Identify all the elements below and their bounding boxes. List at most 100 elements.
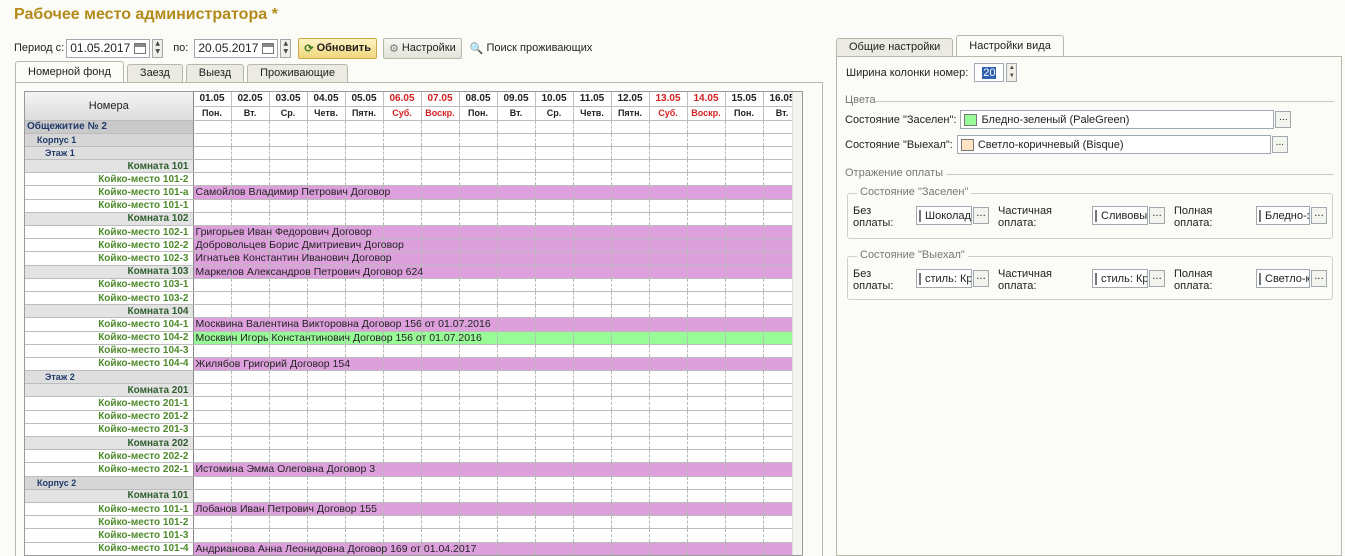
day-cell[interactable] (687, 172, 726, 187)
day-cell[interactable] (269, 199, 308, 213)
day-cell[interactable] (269, 383, 308, 398)
day-cell[interactable] (573, 251, 612, 266)
table-row[interactable]: Койко-место 101-1 (25, 199, 802, 213)
day-cell[interactable] (307, 528, 346, 543)
refresh-button[interactable]: ⟳ Обновить (298, 37, 377, 59)
day-cell[interactable] (345, 199, 384, 213)
day-cell[interactable] (611, 304, 650, 319)
left-tab-1[interactable]: Номерной фонд (15, 61, 124, 82)
day-cell[interactable] (231, 383, 270, 398)
day-cell[interactable] (535, 304, 574, 319)
day-cell[interactable] (231, 199, 270, 213)
day-cell[interactable] (193, 278, 232, 292)
day-cell[interactable] (611, 357, 650, 372)
day-cell[interactable] (611, 528, 650, 543)
day-cell[interactable] (535, 489, 574, 503)
room-name[interactable]: Койко-место 104-4 (25, 357, 194, 372)
settled-color-picker-button[interactable]: ... (1275, 111, 1292, 128)
table-row[interactable]: Койко-место 103-1 (25, 278, 802, 292)
search-residents-button[interactable]: 🔍 Поиск проживающих (470, 42, 593, 55)
day-cell[interactable] (687, 542, 726, 555)
day-cell[interactable] (193, 172, 232, 187)
period-from-field[interactable]: 01.05.2017 (66, 38, 151, 58)
table-row[interactable]: Койко-место 202-1 Истомина Эмма Олеговна … (25, 462, 802, 477)
day-cell[interactable] (535, 225, 574, 240)
day-cell[interactable] (459, 278, 498, 292)
day-cell[interactable] (687, 278, 726, 292)
payment-color-box[interactable]: стиль: Красный (916, 269, 972, 288)
day-cell[interactable] (383, 225, 422, 240)
day-cell[interactable] (459, 146, 498, 161)
day-cell[interactable] (231, 146, 270, 161)
day-cell[interactable] (573, 291, 612, 306)
day-cell[interactable] (535, 238, 574, 253)
day-cell[interactable] (383, 146, 422, 161)
day-cell[interactable] (573, 278, 612, 292)
day-cell[interactable] (573, 370, 612, 385)
day-cell[interactable] (459, 515, 498, 530)
day-cell[interactable] (725, 133, 764, 147)
day-cell[interactable] (535, 423, 574, 438)
room-name[interactable]: Койко-место 201-1 (25, 396, 194, 411)
day-cell[interactable] (497, 278, 536, 292)
day-cell[interactable] (497, 370, 536, 385)
day-cell[interactable] (497, 146, 536, 161)
day-cell[interactable] (725, 449, 764, 464)
day-cell[interactable] (535, 265, 574, 279)
table-row[interactable]: Корпус 2 (25, 476, 802, 490)
day-cell[interactable] (193, 146, 232, 161)
day-cell[interactable] (649, 423, 688, 438)
day-cell[interactable] (307, 199, 346, 213)
day-cell[interactable] (459, 251, 498, 266)
day-cell[interactable]: Игнатьев Константин Иванович Договор (193, 251, 392, 266)
day-cell[interactable] (269, 410, 308, 424)
table-row[interactable]: Койко-место 101-4 Андрианова Анна Леонидо… (25, 542, 802, 555)
day-cell[interactable] (687, 133, 726, 147)
room-name[interactable]: Койко-место 201-2 (25, 410, 194, 424)
day-cell[interactable]: Лобанов Иван Петрович Договор 155 (193, 502, 377, 517)
day-cell[interactable] (231, 172, 270, 187)
day-cell[interactable] (497, 159, 536, 174)
day-cell[interactable] (383, 436, 422, 451)
day-cell[interactable] (345, 344, 384, 358)
day-cell[interactable] (687, 159, 726, 174)
day-cell[interactable] (535, 331, 574, 345)
day-cell[interactable] (345, 476, 384, 490)
day-cell[interactable] (687, 331, 726, 345)
room-name[interactable]: Койко-место 102-1 (25, 225, 194, 240)
day-cell[interactable] (535, 383, 574, 398)
day-cell[interactable] (193, 344, 232, 358)
day-cell[interactable] (725, 185, 764, 200)
day-cell[interactable] (269, 291, 308, 306)
day-cell[interactable] (383, 396, 422, 411)
day-cell[interactable] (725, 172, 764, 187)
table-row[interactable]: Койко-место 201-1 (25, 396, 802, 411)
day-cell[interactable] (421, 357, 460, 372)
day-cell[interactable] (497, 410, 536, 424)
room-name[interactable]: Койко-место 102-2 (25, 238, 194, 253)
day-cell[interactable] (573, 212, 612, 227)
day-cell[interactable] (497, 462, 536, 477)
day-cell[interactable] (649, 489, 688, 503)
booking-label[interactable]: Григорьев Иван Федорович Договор (194, 226, 372, 238)
color-picker-button[interactable]: ... (1311, 270, 1327, 287)
day-cell[interactable] (383, 410, 422, 424)
day-cell[interactable] (307, 489, 346, 503)
day-cell[interactable] (573, 317, 612, 332)
day-cell[interactable] (649, 528, 688, 543)
left-tab-3[interactable]: Выезд (185, 64, 245, 82)
day-cell[interactable] (421, 436, 460, 451)
day-cell[interactable] (497, 528, 536, 543)
room-name[interactable]: Койко-место 104-2 (25, 331, 194, 345)
day-cell[interactable] (649, 291, 688, 306)
day-cell[interactable] (725, 225, 764, 240)
day-cell[interactable] (649, 383, 688, 398)
day-cell[interactable] (535, 146, 574, 161)
day-cell[interactable] (231, 159, 270, 174)
room-name[interactable]: Комната 202 (25, 436, 194, 451)
day-cell[interactable] (535, 357, 574, 372)
day-cell[interactable] (459, 291, 498, 306)
day-cell[interactable] (421, 225, 460, 240)
day-cell[interactable] (383, 172, 422, 187)
left-color-field[interactable]: Светло-коричневый (Bisque) (956, 135, 1271, 154)
